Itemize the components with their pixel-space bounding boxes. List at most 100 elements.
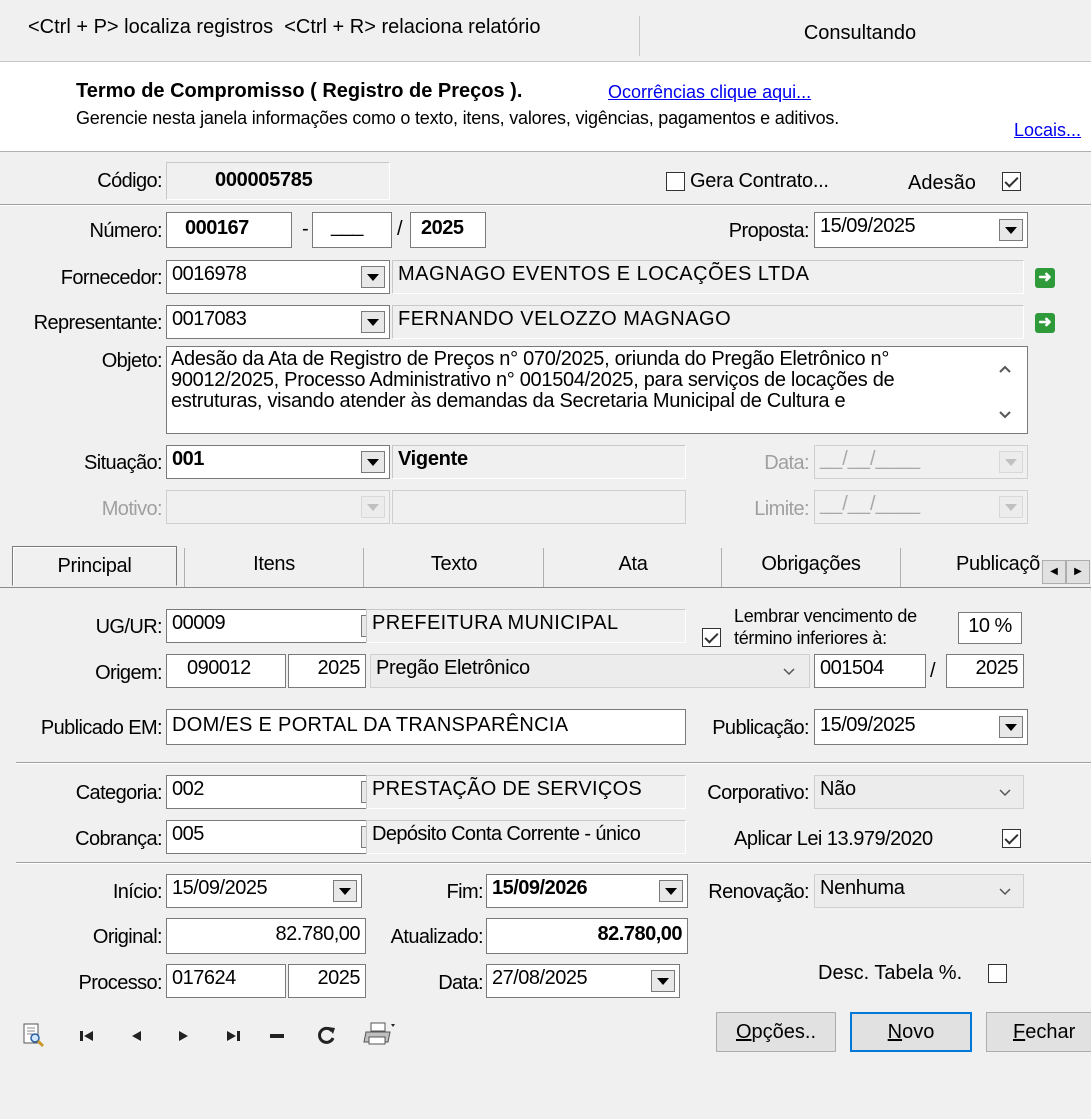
- origem-num-field[interactable]: 090012: [166, 654, 286, 688]
- ugur-label: UG/UR:: [95, 616, 163, 638]
- fornecedor-code-field[interactable]: 0016978: [166, 260, 390, 294]
- next-record-icon[interactable]: [176, 1028, 192, 1044]
- representante-code-value: 0017083: [172, 308, 247, 330]
- situacao-code-field[interactable]: 001: [166, 445, 390, 479]
- limite-value: __/__/____: [820, 493, 921, 515]
- representante-code-field[interactable]: 0017083: [166, 305, 390, 339]
- tab-scroll-left-button[interactable]: ◀: [1042, 560, 1066, 584]
- fim-dropdown-icon[interactable]: [659, 880, 683, 902]
- situacao-dropdown-icon[interactable]: [361, 451, 385, 473]
- proposta-field[interactable]: 15/09/2025: [814, 212, 1028, 248]
- ugur-code-value: 00009: [172, 612, 226, 634]
- occurrences-link[interactable]: Ocorrências clique aqui...: [608, 82, 811, 103]
- objeto-textarea[interactable]: Adesão da Ata de Registro de Preços n° 0…: [166, 346, 1028, 434]
- lei-checkbox[interactable]: [1002, 829, 1021, 848]
- lei-label: Aplicar Lei 13.979/2020: [734, 828, 933, 850]
- refresh-icon[interactable]: [316, 1024, 338, 1046]
- desc-tabela-label: Desc. Tabela %.: [818, 962, 963, 984]
- gera-contrato-checkbox[interactable]: [666, 172, 685, 191]
- motivo-field: [166, 490, 390, 524]
- tab-texto[interactable]: Texto: [365, 545, 543, 585]
- cobranca-name-field: Depósito Conta Corrente - único: [366, 820, 686, 854]
- renovacao-value: Nenhuma: [820, 877, 905, 899]
- motivo-dropdown-icon: [361, 496, 385, 518]
- tab-scroll-right-button[interactable]: ▶: [1066, 560, 1090, 584]
- chevron-down-icon[interactable]: [997, 785, 1013, 801]
- proposta-dropdown-icon[interactable]: [999, 219, 1023, 241]
- numero-year-field[interactable]: 2025: [410, 212, 486, 248]
- situacao-code-value: 001: [172, 448, 204, 470]
- origem-modalidade-select[interactable]: Pregão Eletrônico: [370, 654, 810, 688]
- lembrar-percent-field[interactable]: 10 %: [958, 612, 1022, 644]
- inicio-value: 15/09/2025: [172, 877, 268, 899]
- fornecedor-name-field: MAGNAGO EVENTOS E LOCAÇÕES LTDA: [392, 260, 1024, 294]
- lembrar-checkbox[interactable]: [702, 628, 721, 647]
- fechar-label: echar: [1025, 1021, 1076, 1043]
- publicado-field[interactable]: DOM/ES E PORTAL DA TRANSPARÊNCIA: [166, 709, 686, 745]
- desc-tabela-checkbox[interactable]: [988, 964, 1007, 983]
- last-record-icon[interactable]: [222, 1028, 242, 1044]
- scroll-up-icon[interactable]: [997, 361, 1013, 377]
- opcoes-button[interactable]: Opções..: [716, 1012, 836, 1052]
- chevron-down-icon[interactable]: [781, 664, 797, 680]
- cobranca-code-value: 005: [172, 823, 204, 845]
- locais-link[interactable]: Locais...: [1014, 120, 1081, 141]
- cobranca-label: Cobrança:: [75, 828, 162, 850]
- origem-slash: /: [930, 660, 936, 682]
- fechar-mnemonic: F: [1013, 1021, 1026, 1043]
- objeto-line-1: Adesão da Ata de Registro de Preços n° 0…: [171, 348, 890, 370]
- original-field[interactable]: 82.780,00: [166, 918, 366, 954]
- first-record-icon[interactable]: [78, 1028, 98, 1044]
- atualizado-field[interactable]: 82.780,00: [486, 918, 688, 954]
- ugur-code-field[interactable]: 00009: [166, 609, 390, 643]
- representante-dropdown-icon[interactable]: [361, 311, 385, 333]
- corporativo-select[interactable]: Não: [814, 775, 1024, 809]
- numero-field[interactable]: 000167: [166, 212, 292, 248]
- categoria-code-field[interactable]: 002: [166, 775, 390, 809]
- tab-obrigacoes[interactable]: Obrigações: [723, 545, 899, 585]
- fornecedor-dropdown-icon[interactable]: [361, 266, 385, 288]
- scroll-down-icon[interactable]: [997, 407, 1013, 423]
- motivo-label: Motivo:: [101, 498, 163, 520]
- representante-goto-icon[interactable]: ➜: [1035, 313, 1055, 333]
- adesao-checkbox[interactable]: [1002, 172, 1021, 191]
- chevron-down-icon[interactable]: [997, 884, 1013, 900]
- inicio-field[interactable]: 15/09/2025: [166, 874, 362, 908]
- tab-publicacoes[interactable]: Publicaçõ: [902, 545, 1042, 585]
- fornecedor-label: Fornecedor:: [60, 267, 163, 289]
- shortcuts-hint: <Ctrl + P> localiza registros <Ctrl + R>…: [0, 16, 640, 56]
- tab-ata[interactable]: Ata: [545, 545, 721, 585]
- cobranca-code-field[interactable]: 005: [166, 820, 390, 854]
- origem-modalidade-value: Pregão Eletrônico: [376, 657, 530, 679]
- processo-data-field[interactable]: 27/08/2025: [486, 964, 680, 998]
- inicio-dropdown-icon[interactable]: [333, 880, 357, 902]
- fim-field[interactable]: 15/09/2026: [486, 874, 688, 908]
- delete-record-icon[interactable]: [268, 1030, 286, 1042]
- tab-itens[interactable]: Itens: [186, 545, 362, 585]
- numero-suffix-field[interactable]: ___: [312, 212, 392, 248]
- novo-button[interactable]: Novo: [850, 1012, 972, 1052]
- motivo-name-field: [392, 490, 686, 524]
- situacao-name-field: Vigente: [392, 445, 686, 479]
- tab-principal[interactable]: Principal: [12, 546, 177, 586]
- origem-year-field[interactable]: 2025: [288, 654, 366, 688]
- numero-separator: -: [302, 218, 309, 240]
- origem-proc-field[interactable]: 001504: [814, 654, 926, 688]
- publicacao-field[interactable]: 15/09/2025: [814, 709, 1028, 745]
- renovacao-select[interactable]: Nenhuma: [814, 874, 1024, 908]
- representante-name-field: FERNANDO VELOZZO MAGNAGO: [392, 305, 1024, 339]
- fornecedor-goto-icon[interactable]: ➜: [1035, 268, 1055, 288]
- processo-year-field[interactable]: 2025: [288, 964, 366, 998]
- mode-status: Consultando: [803, 22, 917, 44]
- print-preview-icon[interactable]: [20, 1022, 46, 1048]
- proposta-value: 15/09/2025: [820, 215, 916, 237]
- data-value: __/__/____: [820, 448, 921, 470]
- origem-proc-year-field[interactable]: 2025: [946, 654, 1024, 688]
- printer-icon[interactable]: [362, 1020, 396, 1048]
- previous-record-icon[interactable]: [128, 1028, 144, 1044]
- fechar-button[interactable]: Fechar: [986, 1012, 1091, 1052]
- processo-num-field[interactable]: 017624: [166, 964, 286, 998]
- limite-field: __/__/____: [814, 490, 1028, 524]
- publicacao-dropdown-icon[interactable]: [999, 716, 1023, 738]
- processo-data-dropdown-icon[interactable]: [651, 970, 675, 992]
